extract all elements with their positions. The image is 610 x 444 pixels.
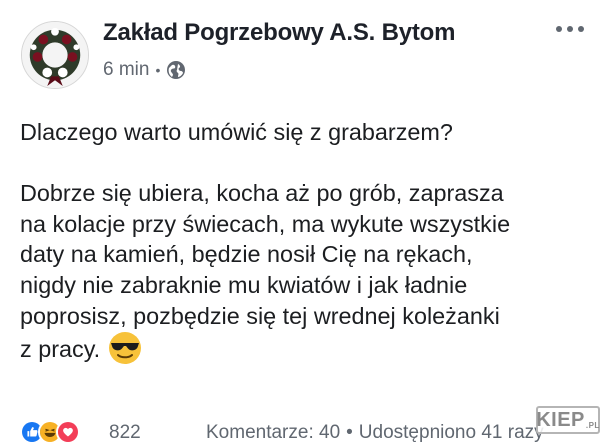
post-line: daty na kamień, będzie nosił Cię na ręka… — [20, 241, 473, 268]
post-line: z pracy. — [20, 336, 101, 363]
watermark-text: KIEP — [536, 408, 585, 431]
post-line: Dobrze się ubiera, kocha aż po grób, zap… — [20, 180, 504, 207]
comments-count[interactable]: Komentarze: 40 — [206, 422, 340, 444]
reactions-summary[interactable] — [20, 420, 80, 444]
post-last-line: z pracy. — [20, 331, 610, 365]
post-body: Dlaczego warto umówić się z grabarzem? D… — [20, 117, 610, 365]
post-line: nigdy nie zabraknie mu kwiatów i jak ład… — [20, 271, 468, 298]
post-meta: 6 min • — [103, 59, 186, 81]
love-icon — [56, 420, 80, 444]
post-time[interactable]: 6 min — [103, 59, 149, 81]
post-question: Dlaczego warto umówić się z grabarzem? — [20, 119, 453, 145]
kiep-watermark: KIEP .PL — [536, 406, 600, 434]
more-options-icon[interactable] — [556, 22, 590, 36]
more-dot — [567, 26, 573, 32]
shares-count[interactable]: Udostępniono 41 razy — [359, 422, 544, 444]
post-line: na kolacje przy świecach, ma wykute wszy… — [20, 210, 511, 237]
reaction-count[interactable]: 822 — [109, 422, 141, 444]
sunglasses-emoji-icon — [109, 332, 142, 365]
more-dot — [578, 26, 584, 32]
watermark-suffix: .PL — [585, 420, 600, 430]
page-name[interactable]: Zakład Pogrzebowy A.S. Bytom — [103, 19, 455, 47]
post-stats: Komentarze: 40 • Udostępniono 41 razy — [206, 422, 544, 444]
globe-icon[interactable] — [166, 60, 186, 80]
wreath-image — [22, 22, 88, 88]
facebook-post: Zakład Pogrzebowy A.S. Bytom 6 min • Dla… — [0, 0, 610, 444]
meta-separator: • — [155, 62, 161, 78]
page-avatar[interactable] — [21, 21, 89, 89]
post-footer: 822 Komentarze: 40 • Udostępniono 41 raz… — [0, 418, 610, 444]
post-line: poprosisz, pozbędzie się tej wrednej kol… — [20, 302, 500, 329]
stats-separator: • — [346, 422, 353, 443]
more-dot — [556, 26, 562, 32]
